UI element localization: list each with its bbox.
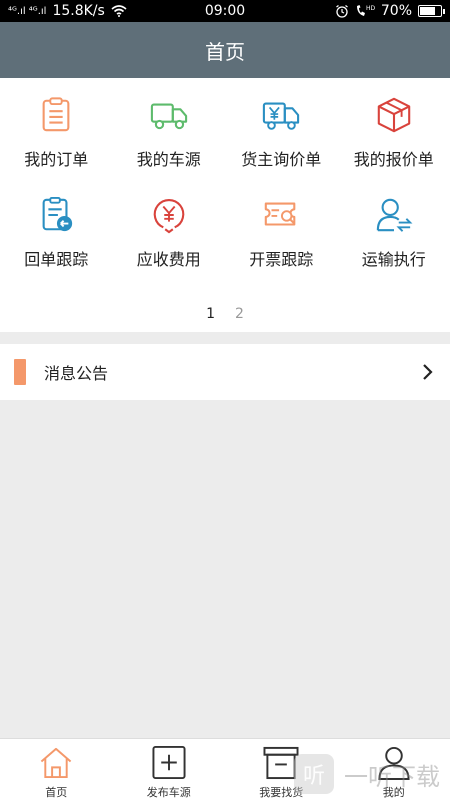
grid-label: 应收费用 (136, 250, 201, 269)
battery-percent: 70% (380, 3, 412, 19)
grid-label: 开票跟踪 (249, 250, 314, 269)
signal-indicator: ⁴ᴳ.ıl ⁴ᴳ.ıl (8, 5, 47, 17)
grid-label: 我的订单 (24, 150, 89, 169)
tab-home[interactable]: 首页 (0, 739, 113, 800)
pager-page-2[interactable]: 2 (235, 306, 244, 322)
grid-item-receipt-tracking[interactable]: 回单跟踪 (0, 192, 113, 292)
package-box-icon (377, 97, 410, 133)
notice-row[interactable]: 消息公告 (0, 344, 450, 400)
yen-truck-icon (263, 102, 300, 130)
function-grid: 我的订单 我的车源 货主询价单 我的报价单 回单跟踪 应收费用 开票跟踪 运输执… (0, 78, 450, 292)
page-title: 首页 (205, 39, 245, 64)
status-bar: ⁴ᴳ.ıl ⁴ᴳ.ıl 15.8K/s 09:00 HD 70% (0, 0, 450, 22)
grid-item-receivables[interactable]: 应收费用 (113, 192, 226, 292)
grid-label: 货主询价单 (241, 150, 322, 169)
battery-icon (418, 5, 445, 17)
hd-call-icon: HD (356, 5, 375, 16)
status-right: HD 70% (335, 3, 445, 19)
grid-label: 运输执行 (361, 250, 426, 269)
receipt-return-icon (42, 196, 73, 232)
function-grid-panel: 我的订单 我的车源 货主询价单 我的报价单 回单跟踪 应收费用 开票跟踪 运输执… (0, 78, 450, 332)
notice-accent-bar (14, 359, 26, 385)
tab-label: 首页 (45, 786, 68, 799)
grid-label: 我的报价单 (353, 150, 434, 169)
watermark-logo: 听 (294, 754, 334, 794)
notice-label: 消息公告 (44, 364, 109, 383)
page-header: 首页 (0, 22, 450, 78)
grid-label: 回单跟踪 (24, 250, 89, 269)
watermark: 听 一听下载 (294, 754, 440, 794)
wifi-icon (111, 5, 127, 17)
watermark-text: 一听下载 (344, 762, 440, 791)
plus-square-icon (152, 745, 186, 780)
pager-page-1[interactable]: 1 (206, 306, 215, 322)
tab-publish-vehicle[interactable]: 发布车源 (113, 739, 226, 800)
user-transfer-icon (376, 198, 413, 232)
invoice-search-icon (265, 202, 296, 226)
grid-item-shipper-inquiry[interactable]: 货主询价单 (225, 92, 338, 192)
svg-text:HD: HD (366, 5, 375, 12)
grid-pager: 1 2 (0, 306, 450, 322)
home-icon (41, 747, 72, 779)
grid-item-transport-execution[interactable]: 运输执行 (338, 192, 450, 292)
grid-item-my-quotes[interactable]: 我的报价单 (338, 92, 450, 192)
network-speed: 15.8K/s (52, 3, 105, 19)
grid-item-my-vehicles[interactable]: 我的车源 (113, 92, 226, 192)
grid-item-invoice-tracking[interactable]: 开票跟踪 (225, 192, 338, 292)
grid-item-my-orders[interactable]: 我的订单 (0, 92, 113, 192)
yen-circle-icon (153, 199, 185, 234)
tab-label: 发布车源 (146, 786, 191, 799)
chevron-right-icon (423, 364, 433, 380)
clipboard-list-icon (42, 97, 70, 132)
truck-icon (150, 103, 187, 130)
grid-label: 我的车源 (136, 150, 201, 169)
alarm-icon (336, 5, 348, 18)
status-left: ⁴ᴳ.ıl ⁴ᴳ.ıl 15.8K/s (8, 3, 127, 19)
